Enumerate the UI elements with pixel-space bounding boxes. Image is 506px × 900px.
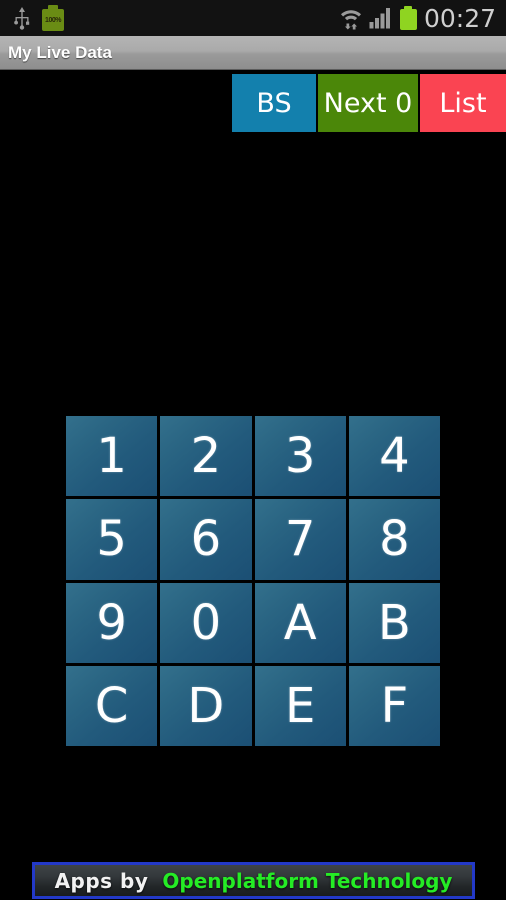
keypad-key-1[interactable]: 1 bbox=[66, 416, 158, 497]
keypad-key-3[interactable]: 3 bbox=[254, 416, 346, 497]
keypad-key-9[interactable]: 9 bbox=[66, 582, 158, 663]
keypad-key-b[interactable]: B bbox=[348, 582, 440, 663]
status-bar-clock: 00:27 bbox=[423, 3, 496, 33]
status-bar-left-icons: 100% bbox=[0, 5, 64, 31]
keypad-key-a[interactable]: A bbox=[254, 582, 346, 663]
keypad-key-5[interactable]: 5 bbox=[66, 499, 158, 580]
keypad-key-6[interactable]: 6 bbox=[160, 499, 252, 580]
status-bar: 100% 00:27 bbox=[0, 0, 506, 36]
phone-screen: 100% 00:27 My Live Data BS Next 0 List 1… bbox=[0, 0, 506, 900]
keypad-key-7[interactable]: 7 bbox=[254, 499, 346, 580]
battery-body bbox=[399, 9, 417, 30]
action-button-row: BS Next 0 List bbox=[0, 72, 506, 133]
keypad-key-e[interactable]: E bbox=[254, 665, 346, 746]
keypad-key-4[interactable]: 4 bbox=[348, 416, 440, 497]
ad-brand-label: Openplatform Technology bbox=[162, 868, 453, 893]
keypad-key-0[interactable]: 0 bbox=[160, 582, 252, 663]
list-button[interactable]: List bbox=[420, 74, 506, 132]
ad-banner[interactable]: Apps by Openplatform Technology bbox=[32, 862, 475, 899]
next-button[interactable]: Next 0 bbox=[318, 74, 418, 132]
keypad-key-c[interactable]: C bbox=[66, 665, 158, 746]
keypad-key-2[interactable]: 2 bbox=[160, 416, 252, 497]
status-bar-right-icons: 00:27 bbox=[340, 6, 506, 31]
battery-percent-label: 100% bbox=[45, 17, 61, 24]
keypad-key-d[interactable]: D bbox=[160, 665, 252, 746]
battery-charging-icon: 100% bbox=[42, 5, 64, 31]
cellular-signal-icon bbox=[369, 7, 393, 29]
wifi-transfer-icon bbox=[340, 6, 362, 30]
page-title: My Live Data bbox=[8, 42, 112, 62]
keypad-key-8[interactable]: 8 bbox=[348, 499, 440, 580]
title-bar: My Live Data bbox=[0, 36, 506, 70]
usb-icon bbox=[12, 6, 32, 30]
hex-keypad: 1 2 3 4 5 6 7 8 9 0 A B C D E F bbox=[66, 416, 440, 746]
backspace-button[interactable]: BS bbox=[232, 74, 316, 132]
battery-icon bbox=[399, 6, 417, 30]
keypad-key-f[interactable]: F bbox=[348, 665, 440, 746]
ad-prefix-label: Apps by bbox=[54, 868, 149, 893]
